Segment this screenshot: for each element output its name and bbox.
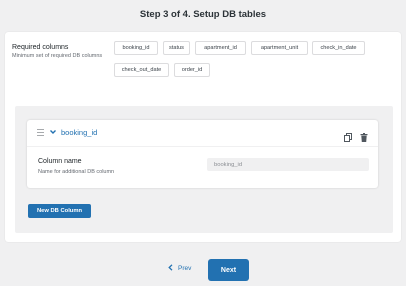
column-item-title[interactable]: booking_id [61, 128, 97, 138]
column-item-divider [27, 146, 378, 147]
prev-button[interactable]: Prev [168, 264, 191, 273]
required-chip-status: status [163, 41, 190, 55]
drag-handle-icon[interactable] [37, 129, 44, 137]
required-columns-description: Minimum set of required DB columns [12, 53, 103, 59]
required-chip-check-out-date: check_out_date [114, 63, 169, 77]
copy-icon[interactable] [344, 129, 352, 147]
required-chip-apartment-id: apartment_id [195, 41, 246, 55]
required-chip-booking-id: booking_id [114, 41, 158, 55]
column-name-label: Column name [38, 158, 82, 165]
column-name-input[interactable]: booking_id [207, 158, 369, 171]
trash-icon[interactable] [360, 129, 368, 147]
prev-label: Prev [178, 265, 192, 272]
required-columns-label: Required columns [12, 44, 69, 51]
chevron-left-icon [168, 264, 173, 273]
next-button[interactable]: Next [208, 259, 249, 281]
column-name-description: Name for additional DB column [38, 169, 115, 175]
required-chip-order-id: order_id [174, 63, 210, 77]
new-db-column-button[interactable]: New DB Column [28, 204, 91, 218]
required-chip-apartment-unit: apartment_unit [251, 41, 308, 55]
step-title: Step 3 of 4. Setup DB tables [139, 9, 267, 20]
required-chip-check-in-date: check_in_date [312, 41, 365, 55]
chevron-down-icon[interactable] [49, 128, 57, 139]
